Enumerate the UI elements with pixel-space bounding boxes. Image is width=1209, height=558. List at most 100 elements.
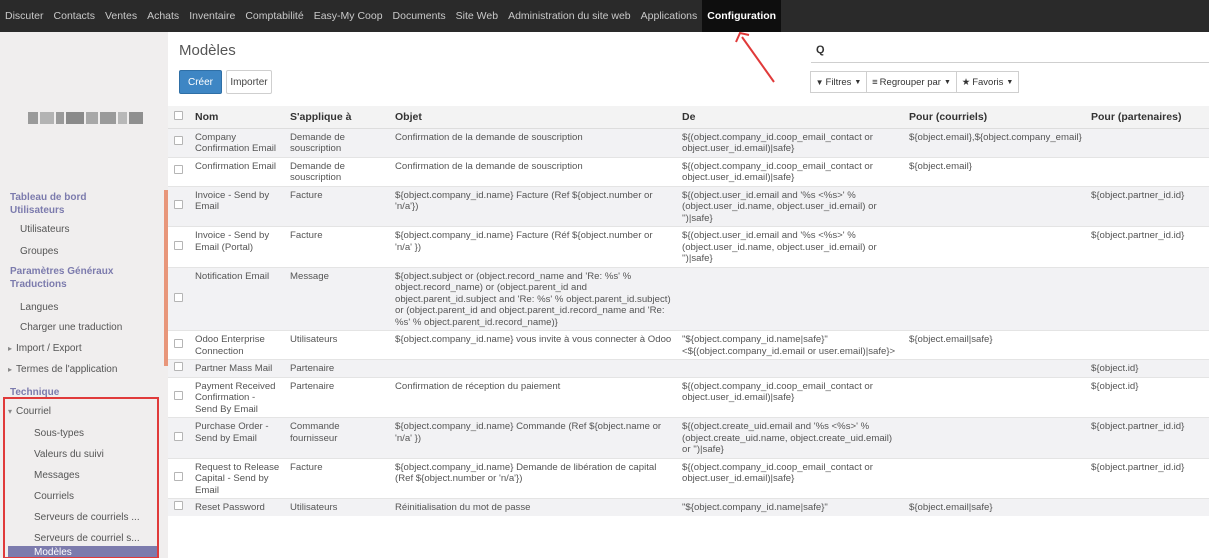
- top-menu-item[interactable]: Site Web: [451, 0, 503, 32]
- row-checkbox[interactable]: [174, 240, 183, 250]
- column-header-from[interactable]: De: [677, 106, 904, 129]
- sidebar-item-email[interactable]: ▾ Courriel: [8, 406, 51, 417]
- sidebar-heading-users[interactable]: Utilisateurs: [10, 205, 64, 217]
- filters-dropdown[interactable]: ▼ Filtres ▼: [810, 71, 867, 93]
- column-header-subject[interactable]: Objet: [390, 106, 677, 129]
- chevron-right-icon: ▸: [8, 365, 13, 374]
- sidebar-item-users[interactable]: Utilisateurs: [20, 224, 69, 235]
- group-by-dropdown[interactable]: ≡ Regrouper par ▼: [866, 71, 957, 93]
- cell-model: Facture: [285, 226, 390, 267]
- row-checkbox[interactable]: [174, 165, 183, 175]
- row-checkbox[interactable]: [174, 431, 183, 441]
- sidebar-heading-general[interactable]: Paramètres Généraux: [10, 266, 113, 278]
- favorites-label: Favoris: [972, 76, 1004, 88]
- table-row[interactable]: Odoo Enterprise Connection Utilisateurs ${…: [168, 330, 1209, 360]
- row-checkbox[interactable]: [174, 136, 183, 146]
- table-row[interactable]: Partner Mass Mail Partenaire ${object.id}: [168, 359, 1209, 377]
- row-checkbox[interactable]: [174, 501, 183, 510]
- row-checkbox[interactable]: [174, 200, 183, 209]
- top-menu-item[interactable]: Documents: [388, 0, 451, 32]
- row-select-cell: [168, 330, 190, 360]
- top-menu-item[interactable]: Configuration: [702, 0, 782, 32]
- group-by-label: Regrouper par: [879, 76, 941, 88]
- sidebar-item-languages[interactable]: Langues: [20, 302, 58, 313]
- column-header-email-to[interactable]: Pour (courriels): [904, 106, 1086, 129]
- sidebar-item-label: Courriel: [16, 406, 52, 417]
- row-checkbox[interactable]: [174, 338, 183, 348]
- sidebar-item-outgoing-servers[interactable]: Serveurs de courriels ...: [34, 512, 140, 523]
- import-button[interactable]: Importer: [226, 70, 272, 94]
- cell-from: "${object.company_id.name|safe}" <${(obj…: [677, 330, 904, 360]
- sidebar-heading-dashboard[interactable]: Tableau de bord: [10, 192, 87, 204]
- table-row[interactable]: Invoice - Send by Email (Portal) Facture $…: [168, 226, 1209, 267]
- table-header: Nom S'applique à Objet De Pour (courriel…: [168, 106, 1209, 129]
- sidebar-item-app-terms[interactable]: ▸ Termes de l'application: [8, 364, 117, 375]
- cell-email-to: ${object.email},${object.company_email}: [904, 127, 1086, 157]
- row-checkbox[interactable]: [174, 292, 183, 302]
- filters-label: Filtres: [825, 76, 852, 88]
- favorites-dropdown[interactable]: ★ Favoris ▼: [956, 71, 1019, 93]
- table-row[interactable]: Reset Password Utilisateurs Réinitialisati…: [168, 498, 1209, 516]
- sidebar-item-templates[interactable]: Modèles: [8, 546, 158, 558]
- sidebar-item-tracking-values[interactable]: Valeurs du suivi: [34, 449, 104, 460]
- row-checkbox[interactable]: [174, 472, 183, 481]
- cell-email-to: [904, 376, 1086, 418]
- cell-partner-to: ${object.id}: [1086, 376, 1209, 418]
- top-menu-item[interactable]: Ventes: [100, 0, 142, 32]
- sidebar-item-messages[interactable]: Messages: [34, 470, 80, 481]
- sidebar-item-load-translation[interactable]: Charger une traduction: [20, 322, 122, 333]
- cell-subject: ${object.company_id.name} Demande de lib…: [390, 457, 677, 499]
- cell-partner-to: [1086, 498, 1209, 516]
- top-menu-item[interactable]: Discuter: [0, 0, 49, 32]
- cell-partner-to: [1086, 266, 1209, 331]
- cell-from: [677, 266, 904, 331]
- table-row[interactable]: Confirmation Email Demande de souscriptio…: [168, 156, 1209, 186]
- top-menu-item[interactable]: Achats: [142, 0, 184, 32]
- column-header-model[interactable]: S'applique à: [285, 106, 390, 129]
- row-checkbox[interactable]: [174, 391, 183, 400]
- cell-subject: ${object.company_id.name} Facture (Ref $…: [390, 185, 677, 227]
- cell-partner-to: [1086, 156, 1209, 186]
- table-row[interactable]: Request to Release Capital - Send by Ema…: [168, 457, 1209, 499]
- table-row[interactable]: Notification Email Message ${object.subjec…: [168, 266, 1209, 331]
- row-select-cell: [168, 359, 190, 377]
- top-menu-item[interactable]: Inventaire: [184, 0, 240, 32]
- cell-subject: [390, 359, 677, 377]
- column-header-name[interactable]: Nom: [190, 106, 285, 129]
- create-button[interactable]: Créer: [179, 70, 222, 94]
- row-select-cell: [168, 156, 190, 186]
- top-menu-item[interactable]: Easy-My Coop: [309, 0, 388, 32]
- sidebar-item-import-export[interactable]: ▸ Import / Export: [8, 343, 82, 354]
- annotation-arrow-icon: [735, 31, 775, 83]
- table-row[interactable]: Company Confirmation Email Demande de sou…: [168, 127, 1209, 157]
- top-menu-item[interactable]: Administration du site web: [503, 0, 636, 32]
- cell-subject: Réinitialisation du mot de passe: [390, 498, 677, 516]
- search-input[interactable]: [833, 43, 1193, 59]
- top-menu-item[interactable]: Comptabilité: [240, 0, 308, 32]
- cell-email-to: ${object.email|safe}: [904, 330, 1086, 360]
- cell-email-to: ${object.email}: [904, 156, 1086, 186]
- cell-email-to: [904, 185, 1086, 227]
- sidebar-item-emails[interactable]: Courriels: [34, 491, 74, 502]
- sidebar-item-groups[interactable]: Groupes: [20, 246, 58, 257]
- table-row[interactable]: Invoice - Send by Email Facture ${object.c…: [168, 185, 1209, 227]
- row-select-cell: [168, 127, 190, 157]
- cell-model: Utilisateurs: [285, 330, 390, 360]
- cell-model: Demande de souscription: [285, 127, 390, 157]
- top-menu-item[interactable]: Contacts: [49, 0, 100, 32]
- select-all-checkbox[interactable]: [174, 110, 183, 120]
- sidebar-item-incoming-servers[interactable]: Serveurs de courriel s...: [34, 533, 140, 544]
- cell-name: Notification Email: [190, 266, 285, 331]
- column-header-partner-to[interactable]: Pour (partenaires): [1086, 106, 1209, 129]
- chevron-right-icon: ▸: [8, 344, 13, 353]
- row-checkbox[interactable]: [174, 362, 183, 371]
- cell-from: ${(object.user_id.email and '%s <%s>' % …: [677, 185, 904, 227]
- cell-name: Confirmation Email: [190, 156, 285, 186]
- sidebar-heading-technical[interactable]: Technique: [10, 387, 59, 399]
- table-row[interactable]: Purchase Order - Send by Email Commande f…: [168, 417, 1209, 458]
- table-row[interactable]: Payment Received Confirmation - Send By …: [168, 376, 1209, 418]
- sidebar-item-subtypes[interactable]: Sous-types: [34, 428, 84, 439]
- cell-name: Invoice - Send by Email (Portal): [190, 226, 285, 267]
- sidebar-heading-translations[interactable]: Traductions: [10, 279, 67, 291]
- top-menu-item[interactable]: Applications: [636, 0, 703, 32]
